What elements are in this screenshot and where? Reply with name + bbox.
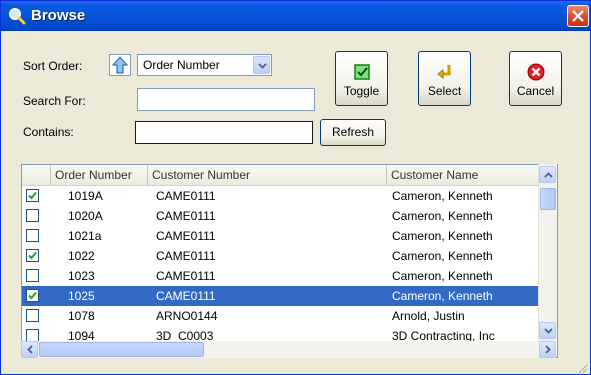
order-number-cell: 1023 xyxy=(68,269,95,283)
search-for-input[interactable] xyxy=(137,88,315,111)
chevron-right-icon xyxy=(545,345,551,354)
sort-order-label: Sort Order: xyxy=(23,59,83,73)
sort-order-value: Order Number xyxy=(143,58,220,72)
horizontal-scroll-thumb[interactable] xyxy=(39,342,204,357)
customer-name-cell: Arnold, Justin xyxy=(392,309,465,323)
row-checkbox[interactable] xyxy=(26,309,39,322)
customer-number-cell: CAME0111 xyxy=(156,209,216,223)
select-label: Select xyxy=(427,84,462,98)
customer-name-cell: Cameron, Kenneth xyxy=(392,269,493,283)
chevron-down-icon xyxy=(258,63,267,69)
order-number-cell: 1020A xyxy=(68,209,103,223)
grid-header: Order Number Customer Number Customer Na… xyxy=(22,165,557,186)
scroll-right-button[interactable] xyxy=(539,341,556,358)
dropdown-button[interactable] xyxy=(253,56,270,74)
header-order-number[interactable]: Order Number xyxy=(51,165,148,185)
table-row[interactable]: 1022 CAME0111 Cameron, Kenneth xyxy=(22,246,540,266)
sort-direction-button[interactable] xyxy=(109,54,131,76)
customer-name-cell: Cameron, Kenneth xyxy=(392,189,493,203)
table-row[interactable]: 1020A CAME0111 Cameron, Kenneth xyxy=(22,206,540,226)
order-number-cell: 1021a xyxy=(68,229,102,243)
chevron-down-icon xyxy=(544,328,553,334)
close-button[interactable] xyxy=(567,5,589,27)
toggle-button[interactable]: Toggle xyxy=(335,51,388,106)
checkmark-icon xyxy=(28,291,37,300)
vertical-scroll-thumb[interactable] xyxy=(540,188,556,210)
orders-grid[interactable]: Order Number Customer Number Customer Na… xyxy=(21,164,558,358)
refresh-button[interactable]: Refresh xyxy=(320,119,386,146)
customer-number-cell: CAME0111 xyxy=(156,269,216,283)
row-checkbox-checked[interactable] xyxy=(26,249,39,262)
table-row[interactable]: 1019A CAME0111 Cameron, Kenneth xyxy=(22,186,540,206)
customer-number-cell: CAME0111 xyxy=(156,189,216,203)
row-checkbox-checked[interactable] xyxy=(26,189,39,202)
order-number-cell: 1025 xyxy=(68,289,95,303)
order-number-cell: 1078 xyxy=(68,309,95,323)
header-customer-number[interactable]: Customer Number xyxy=(148,165,387,185)
browse-window: Browse Sort Order: Search For: Contains:… xyxy=(0,0,591,375)
window-title: Browse xyxy=(31,7,86,24)
cancel-button[interactable]: Cancel xyxy=(509,51,562,106)
horizontal-scrollbar[interactable] xyxy=(21,341,556,358)
contains-input[interactable] xyxy=(135,121,313,144)
enter-arrow-icon xyxy=(437,65,451,79)
sort-order-select[interactable]: Order Number xyxy=(137,54,272,76)
row-checkbox[interactable] xyxy=(26,209,39,222)
up-arrow-icon xyxy=(111,56,129,74)
search-for-label: Search For: xyxy=(23,94,86,108)
select-button[interactable]: Select xyxy=(418,51,471,106)
customer-name-cell: Cameron, Kenneth xyxy=(392,289,493,303)
title-bar[interactable]: Browse xyxy=(1,1,590,31)
resize-grip-icon[interactable] xyxy=(576,362,588,374)
customer-number-cell: ARNO0144 xyxy=(156,309,218,323)
magnifier-icon xyxy=(7,6,27,26)
close-x-icon xyxy=(572,10,584,22)
customer-number-cell: CAME0111 xyxy=(156,289,216,303)
chevron-up-icon xyxy=(544,172,553,178)
row-checkbox-checked[interactable] xyxy=(26,289,39,302)
customer-name-cell: Cameron, Kenneth xyxy=(392,229,493,243)
order-number-cell: 1022 xyxy=(68,249,95,263)
customer-number-cell: CAME0111 xyxy=(156,229,216,243)
scroll-up-button[interactable] xyxy=(539,166,556,183)
table-row[interactable]: 1021a CAME0111 Cameron, Kenneth xyxy=(22,226,540,246)
checkmark-icon xyxy=(28,251,37,260)
header-check-column[interactable] xyxy=(22,165,51,185)
green-check-icon xyxy=(354,64,370,80)
scroll-down-button[interactable] xyxy=(539,322,556,339)
order-number-cell: 1019A xyxy=(68,189,103,203)
cancel-label: Cancel xyxy=(516,84,555,98)
row-checkbox[interactable] xyxy=(26,269,39,282)
contains-label: Contains: xyxy=(23,125,74,139)
red-x-icon xyxy=(527,63,545,81)
customer-number-cell: CAME0111 xyxy=(156,249,216,263)
customer-name-cell: Cameron, Kenneth xyxy=(392,249,493,263)
vertical-scrollbar[interactable] xyxy=(538,164,557,341)
toggle-label: Toggle xyxy=(343,84,380,98)
header-customer-name[interactable]: Customer Name xyxy=(387,165,557,185)
checkmark-icon xyxy=(28,191,37,200)
table-row[interactable]: 1023 CAME0111 Cameron, Kenneth xyxy=(22,266,540,286)
chevron-left-icon xyxy=(27,345,33,354)
table-row[interactable]: 1078 ARNO0144 Arnold, Justin xyxy=(22,306,540,326)
customer-name-cell: Cameron, Kenneth xyxy=(392,209,493,223)
row-checkbox[interactable] xyxy=(26,229,39,242)
scroll-left-button[interactable] xyxy=(21,341,38,358)
table-row[interactable]: 1025 CAME0111 Cameron, Kenneth xyxy=(22,286,540,306)
